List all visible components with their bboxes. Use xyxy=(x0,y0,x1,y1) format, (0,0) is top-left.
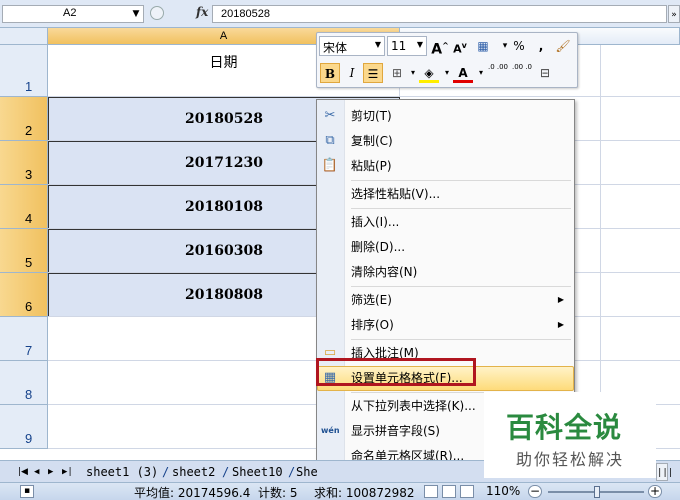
format-painter-icon[interactable]: 🖌 xyxy=(553,36,573,56)
tab-divider: / xyxy=(222,465,230,479)
phonetic-icon: wén xyxy=(321,426,340,435)
sheet-tab[interactable]: sheet2 xyxy=(172,463,215,481)
menu-item-5[interactable]: 删除(D)... xyxy=(317,235,574,259)
sheet-tab[interactable]: Sheet10 xyxy=(232,463,283,481)
menu-item-label: 从下拉列表中选择(K)... xyxy=(351,399,476,413)
first-sheet-icon[interactable]: |◀ xyxy=(18,463,28,481)
row-header-1[interactable]: 1 xyxy=(0,45,48,97)
row-header-9[interactable]: 9 xyxy=(0,405,48,449)
align-center-icon[interactable]: ☰ xyxy=(363,63,383,83)
row-header-5[interactable]: 5 xyxy=(0,229,48,273)
italic-button[interactable]: I xyxy=(342,63,362,83)
menu-item-label: 清除内容(N) xyxy=(351,265,418,279)
zoom-in-button[interactable]: + xyxy=(648,485,662,498)
highlight-annotation-box xyxy=(316,358,476,386)
tab-divider: / xyxy=(162,465,170,479)
menu-item-2[interactable]: 📋 粘贴(P) xyxy=(317,154,574,178)
macro-record-icon[interactable]: ▪ xyxy=(20,485,34,498)
bold-button[interactable]: B xyxy=(320,63,340,83)
font-size-value: 11 xyxy=(391,39,407,53)
grow-font-button[interactable]: A^ xyxy=(430,36,450,58)
zoom-level[interactable]: 110% xyxy=(486,484,520,498)
chevron-right-icon: ▶ xyxy=(557,320,564,329)
chevron-down-icon: ▼ xyxy=(416,40,423,49)
formula-input[interactable]: 20180528 xyxy=(212,5,667,23)
name-box-dropdown-icon[interactable]: ▼ xyxy=(128,5,144,23)
watermark-title: 百科全说 xyxy=(506,411,623,444)
font-color-button[interactable]: A xyxy=(453,63,473,83)
menu-item-3[interactable]: 选择性粘贴(V)... xyxy=(317,182,574,206)
prev-sheet-icon[interactable]: ◀ xyxy=(34,463,39,481)
watermark-subtitle: 助你轻松解决 xyxy=(516,450,625,469)
name-box[interactable]: A2 xyxy=(2,5,144,23)
next-sheet-icon[interactable]: ▶ xyxy=(48,463,53,481)
menu-item-label: 显示拼音字段(S) xyxy=(351,424,440,438)
row-header-6[interactable]: 6 xyxy=(0,273,48,317)
last-sheet-icon[interactable]: ▶| xyxy=(62,463,73,481)
menu-item-0[interactable]: ✂ 剪切(T) xyxy=(317,104,574,128)
chevron-right-icon: ▶ xyxy=(557,295,564,304)
zoom-slider-thumb[interactable] xyxy=(594,486,600,498)
normal-view-icon[interactable] xyxy=(424,485,438,498)
menu-item-label: 复制(C) xyxy=(351,134,393,148)
page-break-view-icon[interactable] xyxy=(460,485,474,498)
font-name-value: 宋体 xyxy=(323,41,348,55)
horizontal-scrollbar-thumb[interactable]: ||| xyxy=(656,463,673,481)
comma-style-button[interactable]: , xyxy=(531,36,551,56)
menu-item-label: 插入(I)... xyxy=(351,215,400,229)
menu-item-1[interactable]: ⧉ 复制(C) xyxy=(317,129,574,153)
menu-item-8[interactable]: 排序(O) ▶ xyxy=(317,313,574,337)
row-header-7[interactable]: 7 xyxy=(0,317,48,361)
row-header-3[interactable]: 3 xyxy=(0,141,48,185)
status-sum: 求和: 100872982 xyxy=(314,486,415,500)
formula-bar: A2 ▼ fx 20180528 » xyxy=(0,0,680,28)
tab-divider: / xyxy=(288,465,296,479)
row-header-8[interactable]: 8 xyxy=(0,361,48,405)
increase-decimal-button[interactable]: .0 .00 xyxy=(487,63,509,83)
menu-item-label: 粘贴(P) xyxy=(351,159,392,173)
select-all-corner[interactable] xyxy=(0,28,48,45)
sheet-tab[interactable]: She xyxy=(296,463,318,481)
menu-separator xyxy=(351,286,571,287)
page-layout-view-icon[interactable] xyxy=(442,485,456,498)
menu-item-label: 剪切(T) xyxy=(351,109,392,123)
menu-item-7[interactable]: 筛选(E) ▶ xyxy=(317,288,574,312)
fill-color-icon[interactable]: ◈ xyxy=(419,63,439,83)
zoom-out-button[interactable]: − xyxy=(528,485,542,498)
chevron-down-icon: ▼ xyxy=(374,40,381,49)
watermark-logo: 百科全说 助你轻松解决 xyxy=(484,392,656,478)
menu-separator xyxy=(351,208,571,209)
mini-toolbar: 宋体 ▼ 11 ▼ A^ Av ▦ ▾ % , 🖌 B I ☰ ⊞ ▾ ◈ ▾ A … xyxy=(316,32,578,88)
row-header-2[interactable]: 2 xyxy=(0,97,48,141)
menu-item-4[interactable]: 插入(I)... xyxy=(317,210,574,234)
percent-button[interactable]: % xyxy=(509,36,529,56)
expand-formula-bar-icon[interactable]: » xyxy=(668,5,680,23)
row-header-4[interactable]: 4 xyxy=(0,185,48,229)
merge-center-icon[interactable]: ⊟ xyxy=(535,63,555,83)
copy-icon: ⧉ xyxy=(325,133,335,148)
paste-icon: 📋 xyxy=(321,158,339,173)
sheet-tab[interactable]: sheet1 (3) xyxy=(86,463,158,481)
status-bar: ▪ 平均值: 20174596.4 计数: 5 求和: 100872982 11… xyxy=(0,482,680,500)
menu-item-label: 筛选(E) xyxy=(351,293,392,307)
menu-item-label: 排序(O) xyxy=(351,318,394,332)
formula-bar-handle-icon xyxy=(150,6,164,20)
font-size-dropdown[interactable]: 11 ▼ xyxy=(387,36,427,56)
shrink-font-button[interactable]: Av xyxy=(450,36,470,56)
menu-item-6[interactable]: 清除内容(N) xyxy=(317,260,574,284)
status-count: 计数: 5 xyxy=(258,486,298,500)
menu-separator xyxy=(351,180,571,181)
menu-item-label: 选择性粘贴(V)... xyxy=(351,187,441,201)
menu-separator xyxy=(351,339,571,340)
accounting-format-icon[interactable]: ▦ xyxy=(473,36,493,56)
font-name-dropdown[interactable]: 宋体 ▼ xyxy=(319,36,385,56)
status-average: 平均值: 20174596.4 xyxy=(134,486,251,500)
insert-function-button[interactable]: fx xyxy=(196,5,208,19)
menu-item-label: 删除(D)... xyxy=(351,240,406,254)
decrease-decimal-button[interactable]: .00 .0 xyxy=(511,63,533,83)
scissors-icon: ✂ xyxy=(324,108,336,123)
